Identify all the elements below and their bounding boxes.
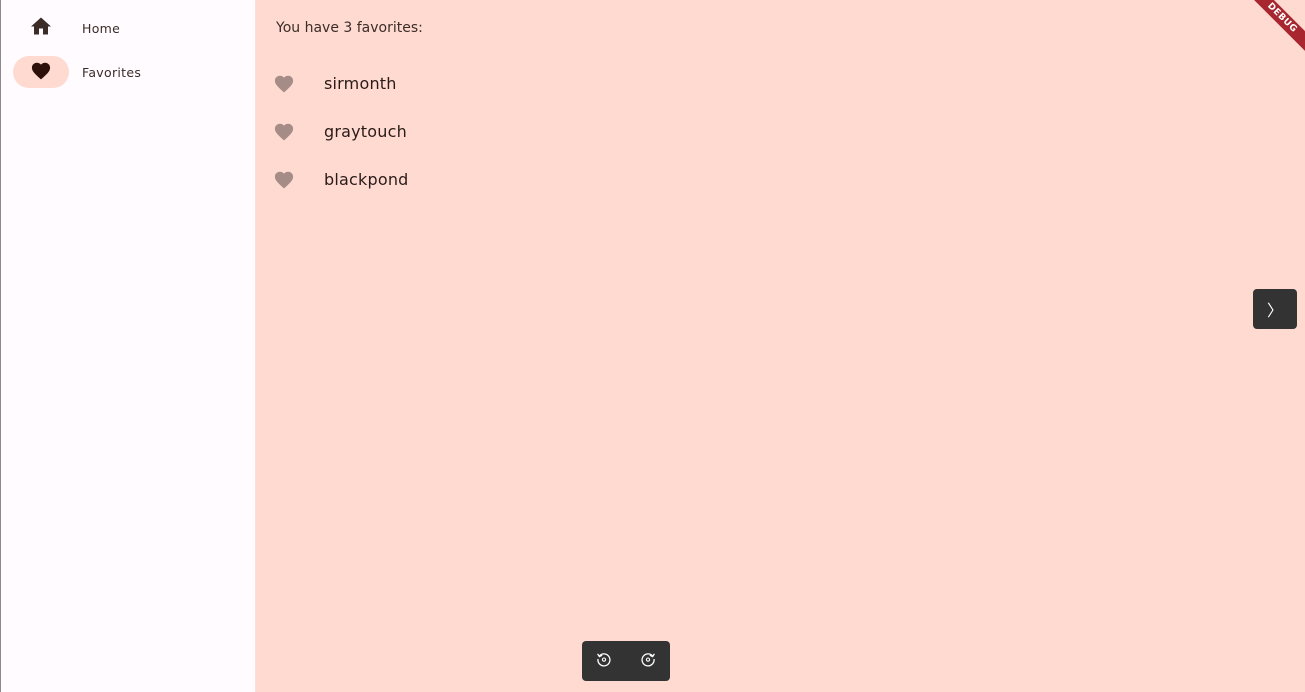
app-window: Home Favorites You have 3 favorites: sir… xyxy=(0,0,1305,692)
favorite-word: blackpond xyxy=(324,169,409,189)
heart-icon xyxy=(272,167,296,191)
rotate-left-button[interactable] xyxy=(592,649,616,673)
nav-item-favorites[interactable]: Favorites xyxy=(13,56,243,88)
home-icon xyxy=(31,17,51,39)
bottom-toolbar xyxy=(582,641,670,681)
favorite-list-item[interactable]: blackpond xyxy=(272,155,409,203)
debug-banner-label: DEBUG xyxy=(1249,0,1305,55)
nav-item-home[interactable]: Home xyxy=(13,12,243,44)
nav-indicator-favorites xyxy=(13,56,69,88)
rotate-left-icon xyxy=(596,651,612,671)
favorites-count-text: You have 3 favorites: xyxy=(276,20,423,36)
side-panel-toggle-button[interactable]: 〉 xyxy=(1253,289,1297,329)
favorite-list-item[interactable]: graytouch xyxy=(272,107,409,155)
nav-indicator-home xyxy=(13,12,69,44)
heart-icon xyxy=(30,60,52,84)
nav-label-favorites: Favorites xyxy=(82,64,142,80)
heart-icon xyxy=(272,119,296,143)
heart-icon xyxy=(272,71,296,95)
nav-label-home: Home xyxy=(82,20,121,36)
rotate-right-icon xyxy=(640,651,656,671)
debug-banner: DEBUG xyxy=(1249,0,1305,56)
chevron-right-icon: 〉 xyxy=(1266,301,1283,320)
favorite-list-item[interactable]: sirmonth xyxy=(272,59,409,107)
favorite-word: graytouch xyxy=(324,121,407,141)
favorite-word: sirmonth xyxy=(324,73,397,93)
rotate-right-button[interactable] xyxy=(636,649,660,673)
navigation-rail: Home Favorites xyxy=(0,0,256,692)
favorites-list: sirmonth graytouch blackpond xyxy=(272,59,409,203)
favorites-page: You have 3 favorites: sirmonth graytouch xyxy=(256,0,1305,692)
